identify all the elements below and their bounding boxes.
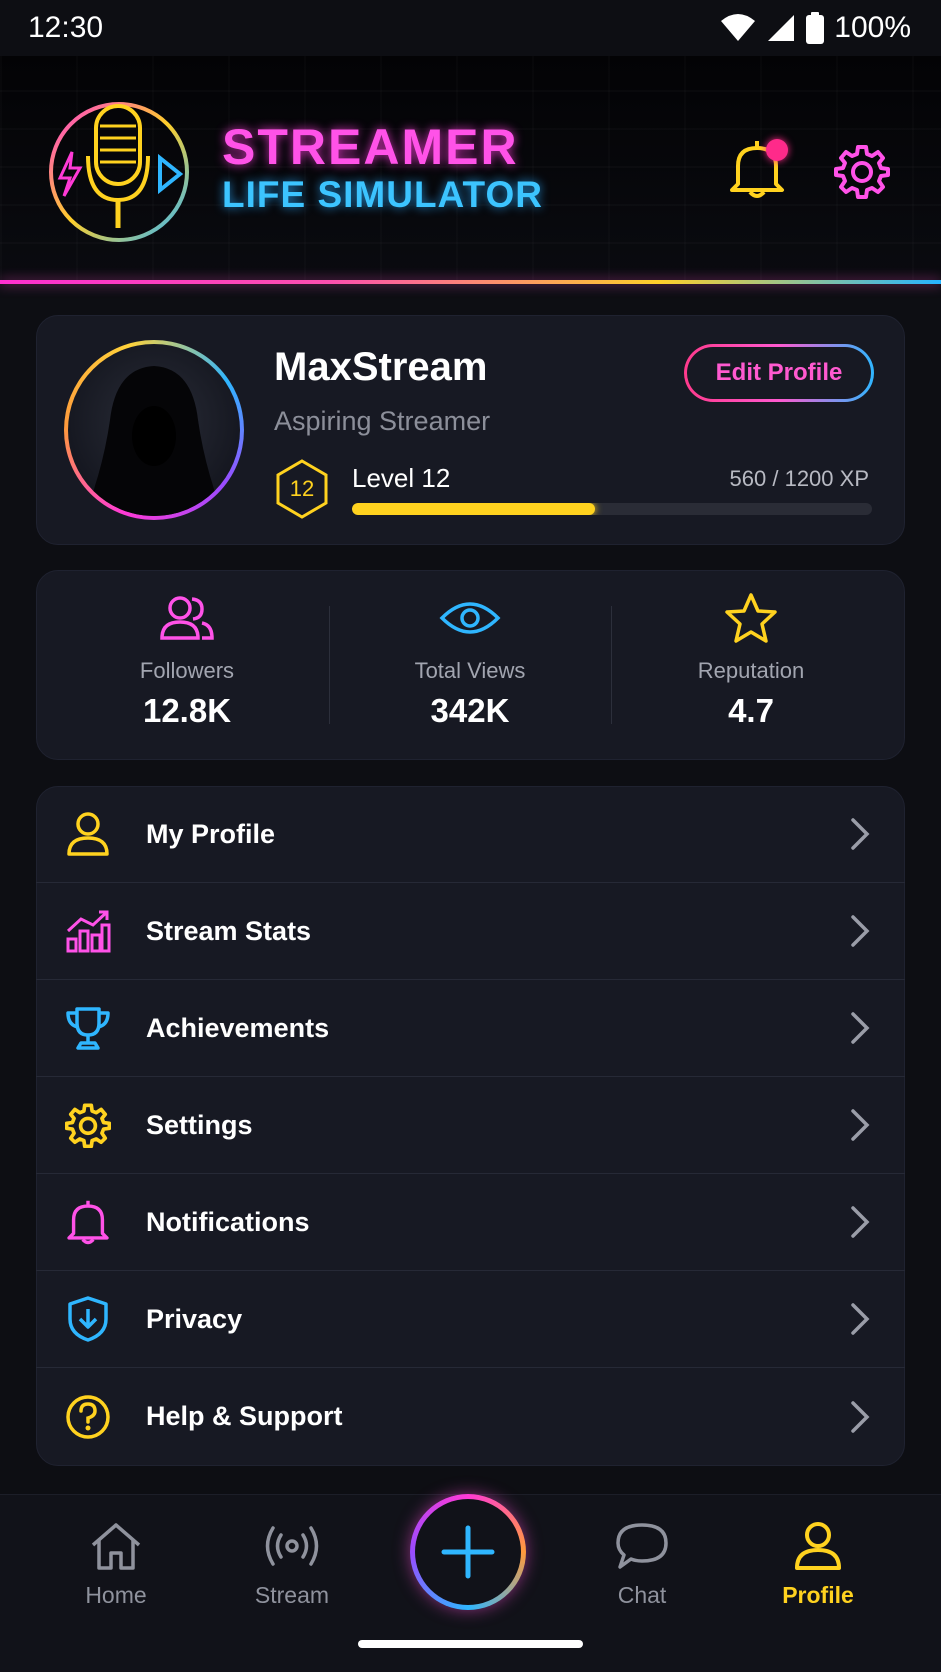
menu-item-label: My Profile xyxy=(146,818,276,849)
stat-value: 342K xyxy=(430,692,510,729)
eye-icon xyxy=(439,602,501,634)
menu-item-label: Notifications xyxy=(146,1206,310,1237)
status-bar: 12:30 100% xyxy=(0,0,941,56)
level-label: Level 12 xyxy=(352,463,451,493)
microphone-logo-icon xyxy=(49,102,189,242)
nav-stream[interactable]: Stream xyxy=(222,1518,362,1609)
menu-item-my-profile[interactable]: My Profile xyxy=(36,786,905,883)
broadcast-icon xyxy=(265,1526,319,1566)
chevron-right-icon xyxy=(851,1400,870,1433)
nav-label: Chat xyxy=(617,1582,667,1608)
nav-home[interactable]: Home xyxy=(46,1518,186,1609)
status-icons: 100% xyxy=(720,11,911,45)
battery-percent: 100% xyxy=(834,11,911,44)
nav-profile[interactable]: Profile xyxy=(748,1518,888,1609)
shield-icon xyxy=(68,1296,108,1342)
level-number: 12 xyxy=(289,476,315,501)
menu-item-stream-stats[interactable]: Stream Stats xyxy=(36,883,905,980)
app-title-line-2: LIFE SIMULATOR xyxy=(222,174,543,215)
stat-followers: Followers 12.8K xyxy=(47,590,327,730)
chevron-right-icon xyxy=(851,1012,870,1044)
chevron-right-icon xyxy=(851,1109,870,1141)
user-icon xyxy=(795,1522,841,1570)
stat-label: Followers xyxy=(139,658,235,683)
notification-badge xyxy=(766,139,788,161)
menu-item-label: Help & Support xyxy=(146,1401,343,1431)
edit-profile-button[interactable]: Edit Profile xyxy=(684,344,874,402)
wifi-icon xyxy=(721,14,756,41)
menu-item-label: Settings xyxy=(146,1109,253,1140)
nav-chat[interactable]: Chat xyxy=(572,1518,712,1609)
chevron-right-icon xyxy=(851,1206,870,1238)
menu-item-settings[interactable]: Settings xyxy=(36,1077,905,1174)
app-title-line-1: STREAMER xyxy=(222,119,519,175)
chat-icon xyxy=(616,1523,668,1569)
stat-total-views: Total Views 342K xyxy=(330,590,610,730)
chevron-right-icon xyxy=(851,915,870,947)
edit-profile-label: Edit Profile xyxy=(687,347,871,399)
star-icon xyxy=(725,593,777,643)
xp-progress-bar xyxy=(352,503,872,515)
trophy-icon xyxy=(66,1007,110,1050)
nav-label: Home xyxy=(85,1582,147,1608)
menu-item-label: Stream Stats xyxy=(146,915,312,946)
home-icon xyxy=(91,1523,141,1570)
user-icon xyxy=(67,812,109,856)
menu-item-label: Achievements xyxy=(146,1012,330,1043)
menu-item-notifications[interactable]: Notifications xyxy=(36,1174,905,1271)
menu-item-label: Privacy xyxy=(146,1303,243,1334)
stats-chart-icon xyxy=(66,910,111,953)
stat-reputation: Reputation 4.7 xyxy=(611,590,891,730)
nav-label: Profile xyxy=(782,1582,854,1608)
menu-item-privacy[interactable]: Privacy xyxy=(36,1271,905,1368)
create-stream-button[interactable] xyxy=(410,1494,526,1610)
menu-item-achievements[interactable]: Achievements xyxy=(36,980,905,1077)
hooded-avatar-icon xyxy=(88,366,220,516)
battery-icon xyxy=(806,12,825,44)
signal-icon xyxy=(768,15,795,41)
stat-label: Total Views xyxy=(414,658,526,683)
users-icon xyxy=(160,596,214,640)
stat-value: 4.7 xyxy=(728,692,774,729)
chevron-right-icon xyxy=(851,818,870,850)
stat-label: Reputation xyxy=(697,658,805,683)
nav-label: Stream xyxy=(254,1582,330,1608)
bell-icon xyxy=(67,1200,109,1245)
home-indicator xyxy=(358,1640,583,1648)
xp-progress-fill xyxy=(352,503,595,515)
plus-icon xyxy=(441,1525,495,1579)
xp-progress-text: 560 / 1200 XP xyxy=(729,466,869,491)
status-time: 12:30 xyxy=(28,11,104,44)
user-title: Aspiring Streamer xyxy=(274,406,491,436)
settings-gear-button[interactable] xyxy=(834,143,890,199)
gear-icon xyxy=(65,1103,111,1148)
chevron-right-icon xyxy=(851,1303,870,1335)
header-divider xyxy=(0,280,941,284)
username: MaxStream xyxy=(274,345,488,389)
help-icon xyxy=(66,1394,110,1439)
menu-item-help-support[interactable]: Help & Support xyxy=(36,1368,905,1465)
avatar[interactable] xyxy=(64,340,244,520)
stat-value: 12.8K xyxy=(142,692,232,729)
